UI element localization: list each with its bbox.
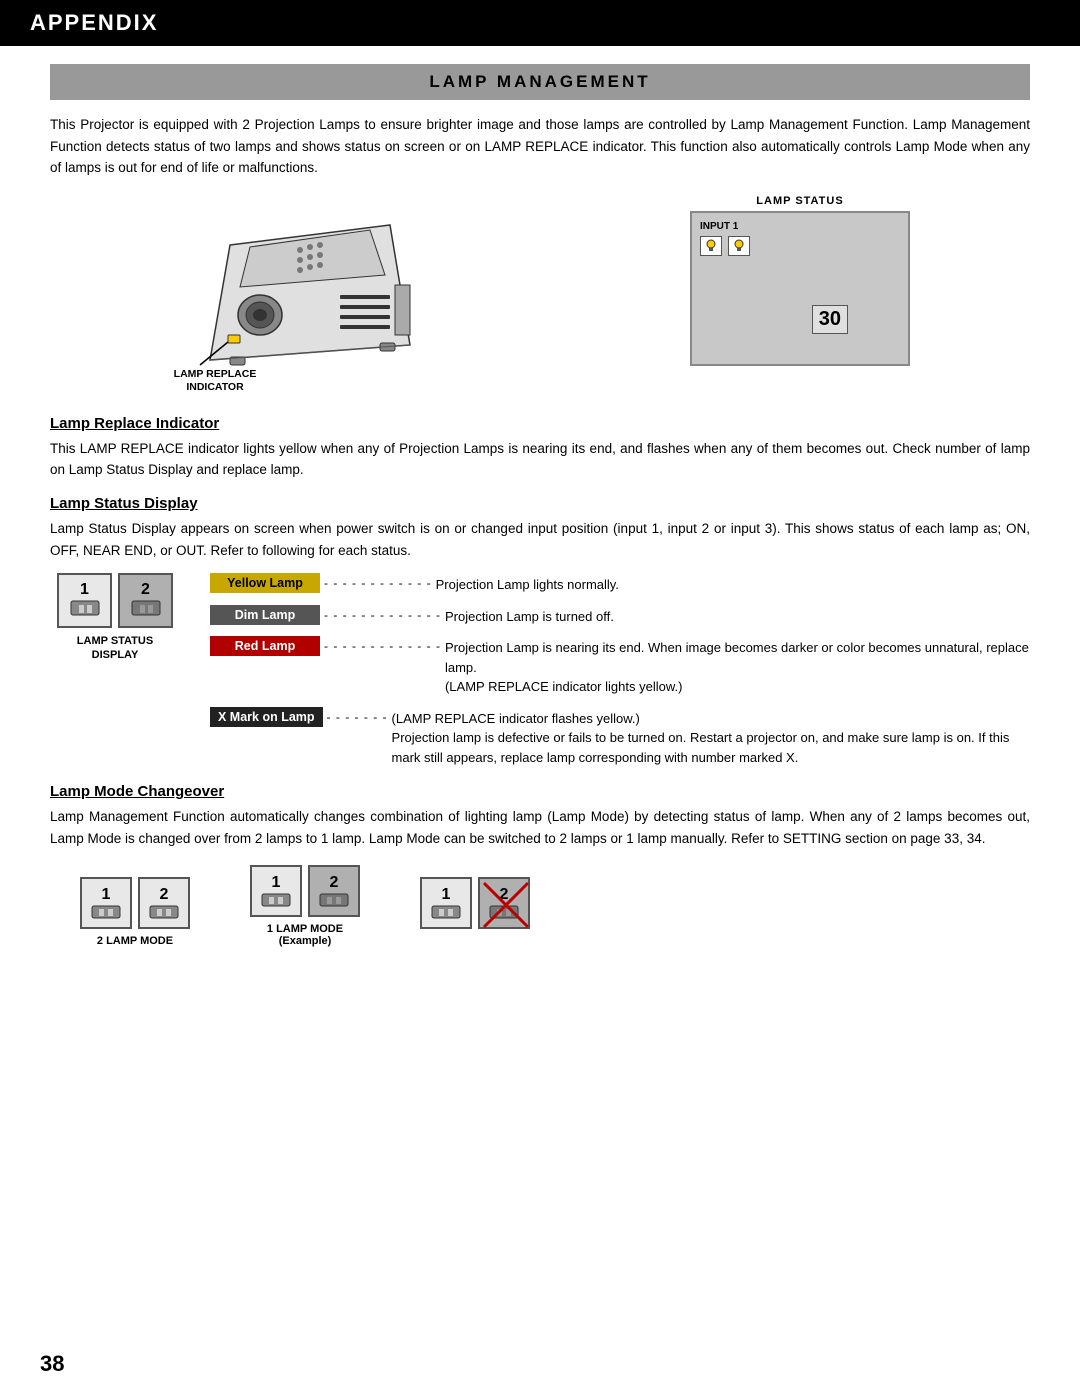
status-desc-3: (LAMP REPLACE indicator flashes yellow.)… (392, 707, 1030, 770)
section-title: LAMP MANAGEMENT (429, 72, 650, 91)
input-label: INPUT 1 (700, 221, 738, 232)
lamp-mode-section: 1 2 2 LAMP MODE 1 2 (80, 865, 1030, 947)
mode-lamp-2: 2 (138, 877, 190, 929)
status-dashes-0: - - - - - - - - - - - - (320, 573, 436, 593)
projector-svg: LAMP REPLACEINDICATOR (170, 195, 450, 395)
lamp-icon-2 (728, 236, 750, 256)
status-row: Yellow Lamp - - - - - - - - - - - - Proj… (210, 573, 1030, 597)
mode-group-2lamp: 1 2 2 LAMP MODE (80, 877, 190, 947)
lamp-mode-text: Lamp Management Function automatically c… (50, 806, 1030, 849)
mode-pair-1lamp-b: 1 2 (420, 877, 530, 929)
lamp-replace-heading: Lamp Replace Indicator (50, 415, 1030, 432)
lamp-box-1: 1 (57, 573, 112, 628)
mode-label-1lamp-b (473, 935, 476, 947)
lamp-icons-row (700, 236, 750, 256)
status-badge-3: X Mark on Lamp (210, 707, 323, 727)
lamp-mode-heading: Lamp Mode Changeover (50, 783, 1030, 800)
lamp-status-section: 1 2 (50, 573, 1030, 769)
lamp-replace-text: This LAMP REPLACE indicator lights yello… (50, 438, 1030, 481)
status-badge-1: Dim Lamp (210, 605, 320, 625)
lamp-pair: 1 2 (57, 573, 173, 628)
mode-1lamp-2: 2 (308, 865, 360, 917)
page-number: 38 (40, 1351, 64, 1377)
status-dashes-1: - - - - - - - - - - - - - (320, 605, 445, 625)
status-dashes-3: - - - - - - - (323, 707, 392, 727)
appendix-header: APPENDIX (0, 0, 1080, 46)
lamp-display-left: 1 2 (50, 573, 180, 663)
status-badge-2: Red Lamp (210, 636, 320, 656)
status-badge-0: Yellow Lamp (210, 573, 320, 593)
status-row: X Mark on Lamp - - - - - - - (LAMP REPLA… (210, 707, 1030, 770)
lamp-status-label: LAMP STATUS (756, 195, 843, 207)
status-table: Yellow Lamp - - - - - - - - - - - - Proj… (210, 573, 1030, 769)
mode-label-1lamp: 1 LAMP MODE(Example) (267, 923, 343, 947)
section-title-bar: LAMP MANAGEMENT (50, 64, 1030, 100)
mode-1lamp-1: 1 (250, 865, 302, 917)
mode-pair-1lamp-a: 1 2 (250, 865, 360, 917)
lamp-status-text: Lamp Status Display appears on screen wh… (50, 518, 1030, 561)
status-desc-2: Projection Lamp is nearing its end. When… (445, 636, 1030, 699)
mode-1lamp-b-2: 2 (478, 877, 530, 929)
status-desc-0: Projection Lamp lights normally. (436, 573, 619, 597)
status-row: Dim Lamp - - - - - - - - - - - - - Proje… (210, 605, 1030, 629)
mode-pair-2lamp: 1 2 (80, 877, 190, 929)
diagram-row: LAMP REPLACEINDICATOR LAMP STATUS INPUT … (50, 195, 1030, 395)
mode-group-1lamp-a: 1 2 1 LAMP MODE(Example) (250, 865, 360, 947)
intro-text: This Projector is equipped with 2 Projec… (50, 114, 1030, 179)
status-row: Red Lamp - - - - - - - - - - - - - Proje… (210, 636, 1030, 699)
lamp-status-screen: INPUT 1 30 (690, 211, 910, 366)
lamp-replace-indicator-label: LAMP REPLACEINDICATOR (170, 368, 260, 395)
projector-diagram: LAMP REPLACEINDICATOR (170, 195, 450, 395)
status-dashes-2: - - - - - - - - - - - - - (320, 636, 445, 656)
appendix-title: APPENDIX (30, 10, 158, 35)
lamp-icon-1 (700, 236, 722, 256)
lamp-box-2: 2 (118, 573, 173, 628)
lamp-status-heading: Lamp Status Display (50, 495, 1030, 512)
lamp-display-label: LAMP STATUSDISPLAY (77, 634, 153, 663)
mode-1lamp-b-1: 1 (420, 877, 472, 929)
lamp-status-diagram: LAMP STATUS INPUT 1 30 (690, 195, 910, 366)
mode-label-2lamp: 2 LAMP MODE (97, 935, 173, 947)
lamp-status-number: 30 (812, 305, 848, 334)
status-desc-1: Projection Lamp is turned off. (445, 605, 614, 629)
mode-group-1lamp-b: 1 2 (420, 877, 530, 947)
mode-lamp-1: 1 (80, 877, 132, 929)
